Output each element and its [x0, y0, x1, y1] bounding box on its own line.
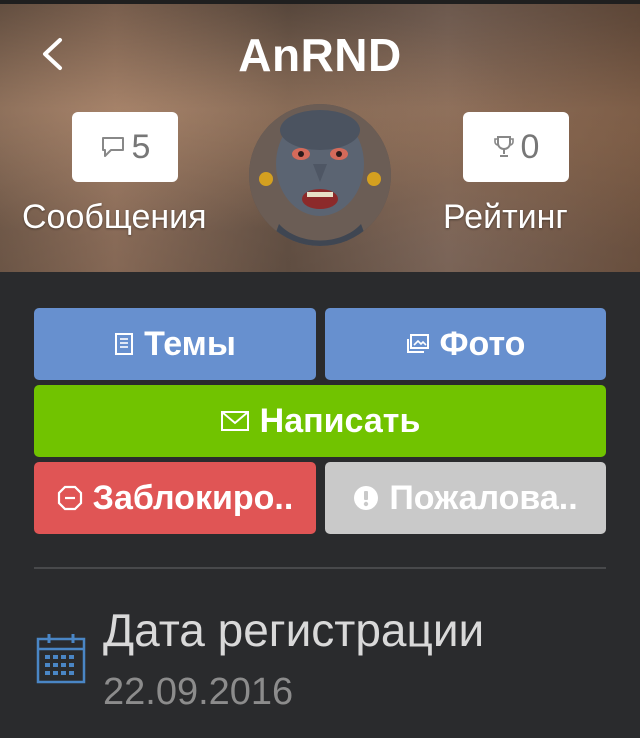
- block-button-label: Заблокиро..: [92, 478, 294, 517]
- divider: [34, 567, 606, 569]
- write-message-button-label: Написать: [259, 401, 421, 440]
- messages-count-box[interactable]: 5: [72, 112, 178, 182]
- speech-bubble-icon: [101, 137, 124, 157]
- topics-button[interactable]: Темы: [34, 308, 316, 380]
- rating-count-box[interactable]: 0: [463, 112, 569, 182]
- rating-label: Рейтинг: [443, 198, 568, 236]
- report-button-label: Пожалова..: [389, 478, 578, 517]
- octagon-icon: [57, 485, 82, 511]
- trophy-icon: [493, 136, 514, 157]
- report-button[interactable]: Пожалова..: [325, 462, 606, 534]
- calendar-icon: [36, 632, 86, 684]
- topics-button-label: Темы: [144, 324, 236, 363]
- image-icon: [406, 334, 429, 353]
- messages-label: Сообщения: [22, 198, 207, 236]
- block-button[interactable]: Заблокиро..: [34, 462, 316, 534]
- avatar-image: [249, 104, 391, 246]
- write-message-button[interactable]: Написать: [34, 385, 606, 457]
- profile-username: AnRND: [238, 29, 402, 81]
- exclamation-icon: [354, 486, 379, 510]
- registration-date-label: Дата регистрации: [103, 604, 485, 656]
- list-icon: [115, 333, 134, 355]
- messages-count: 5: [131, 127, 151, 166]
- photo-button-label: Фото: [439, 324, 526, 363]
- status-bar: [0, 0, 640, 4]
- photo-button[interactable]: Фото: [325, 308, 606, 380]
- envelope-icon: [220, 411, 249, 431]
- registration-date-value: 22.09.2016: [103, 671, 294, 713]
- rating-count: 0: [520, 127, 540, 166]
- avatar[interactable]: [249, 104, 391, 246]
